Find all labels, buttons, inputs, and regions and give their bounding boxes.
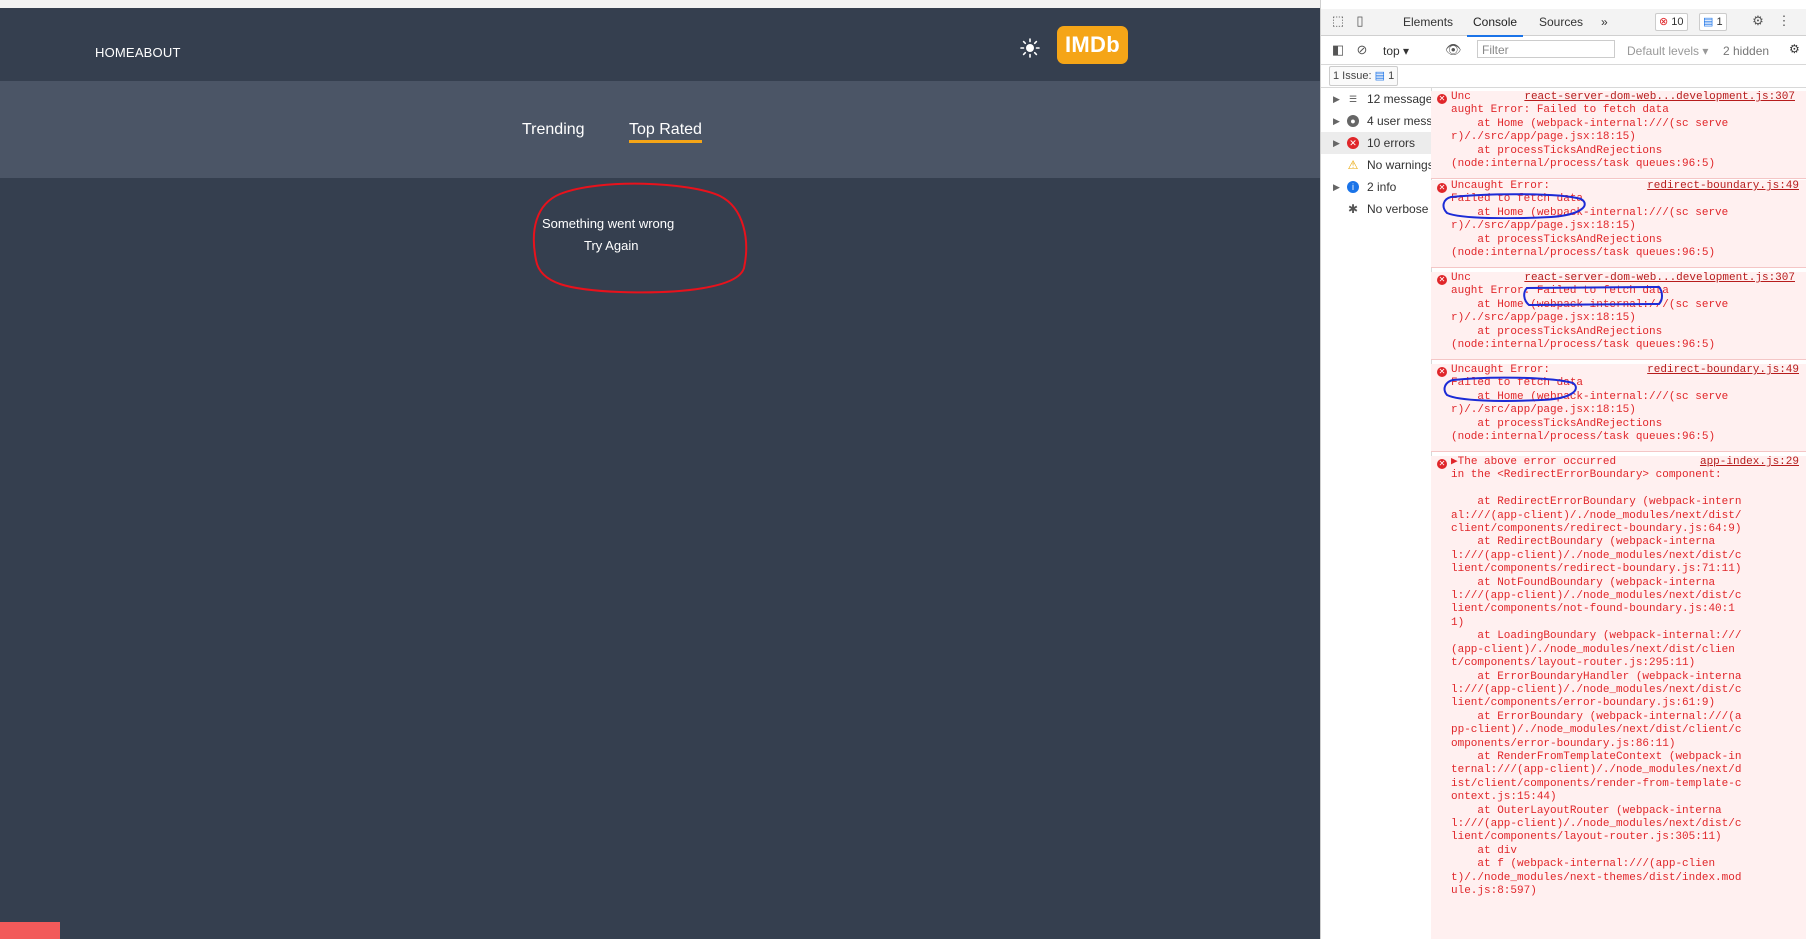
error-icon: ✕	[1437, 183, 1447, 193]
console-error-message: ✕ Unc aught Error: Failed to fetch data …	[1431, 91, 1806, 179]
gear-icon[interactable]: ⚙	[1751, 14, 1765, 28]
error-panel: Something went wrong Try Again	[530, 180, 748, 294]
filter-input[interactable]: Filter	[1477, 40, 1615, 58]
error-icon: ✕	[1437, 367, 1447, 377]
nav-about-link[interactable]: ABOUT	[135, 45, 181, 60]
issues-button[interactable]: 1 Issue: ▤ 1	[1329, 66, 1399, 86]
sun-icon[interactable]	[1018, 36, 1042, 60]
imdb-logo[interactable]: IMDb	[1057, 26, 1128, 64]
console-messages: ✕ Unc aught Error: Failed to fetch data …	[1431, 88, 1806, 939]
clear-console-icon[interactable]: ⊘	[1355, 43, 1369, 57]
inspect-element-icon[interactable]: ⬚	[1331, 14, 1345, 28]
message-source-link[interactable]: react-server-dom-web...development.js:30…	[1524, 91, 1795, 104]
kebab-menu-icon[interactable]: ⋮	[1777, 14, 1791, 28]
tab-trending[interactable]: Trending	[522, 121, 585, 139]
expand-arrow-icon[interactable]: ▶	[1333, 110, 1340, 132]
nav-home-link[interactable]: HOME	[95, 45, 135, 60]
corner-badge[interactable]	[0, 922, 60, 939]
console-error-message: ✕ ▶The above error occurred in the <Redi…	[1431, 456, 1806, 939]
message-count-badge[interactable]: ▤ 1	[1699, 13, 1727, 31]
tab-elements[interactable]: Elements	[1403, 15, 1453, 29]
sidebar-item-label: 12 messages	[1367, 92, 1439, 106]
error-message: Something went wrong	[542, 216, 675, 231]
tab-top-rated[interactable]: Top Rated	[629, 121, 702, 143]
console-sidebar: ▶ ☰ 12 messages ▶ ● 4 user mess... ▶ ✕ 1…	[1321, 88, 1442, 939]
expand-arrow-icon[interactable]: ▶	[1333, 132, 1340, 154]
app-viewport: HOMEABOUT IMDb Trending Top Rated Someth…	[0, 0, 1320, 939]
issues-count: 1	[1388, 70, 1395, 82]
browser-top-strip	[0, 0, 1320, 8]
message-count: 1	[1716, 16, 1723, 28]
eye-icon[interactable]: 👁	[1445, 43, 1462, 57]
devtools-panel: ⬚ ▯ Elements Console Sources » ⊗ 10 ▤ 1 …	[1320, 0, 1806, 939]
console-error-message: ✕ Uncaught Error: Failed to fetch data a…	[1431, 180, 1806, 268]
sidebar-item-label: 2 info	[1367, 180, 1397, 194]
red-annotation-ring	[532, 182, 748, 294]
sidebar-item-info[interactable]: ▶ i 2 info	[1321, 176, 1431, 198]
sidebar-item-label: 10 errors	[1367, 136, 1416, 150]
console-error-message: ✕ Uncaught Error: Failed to fetch data a…	[1431, 364, 1806, 452]
error-count-badge[interactable]: ⊗ 10	[1655, 13, 1688, 31]
info-icon: i	[1347, 181, 1359, 193]
console-error-message: ✕ Unc aught Error: Failed to fetch data …	[1431, 272, 1806, 360]
sidebar-item-user-messages[interactable]: ▶ ● 4 user mess...	[1321, 110, 1442, 132]
sidebar-item-errors[interactable]: ▶ ✕ 10 errors	[1321, 132, 1431, 154]
bug-icon: ✱	[1347, 202, 1359, 216]
error-icon: ✕	[1437, 459, 1447, 469]
category-tabs: Trending Top Rated	[0, 81, 1320, 178]
sidebar-item-warnings[interactable]: ⚠ No warnings	[1321, 154, 1434, 176]
devtools-toolbar: ⬚ ▯ Elements Console Sources » ⊗ 10 ▤ 1 …	[1321, 9, 1806, 37]
navbar: HOMEABOUT IMDb	[0, 8, 1320, 81]
error-icon: ✕	[1437, 94, 1447, 104]
hidden-count: 2 hidden	[1723, 44, 1770, 58]
error-icon: ⊗	[1659, 16, 1669, 28]
sidebar-item-verbose[interactable]: ✱ No verbose	[1321, 198, 1431, 220]
log-levels-value: Default levels	[1627, 44, 1700, 58]
tab-console[interactable]: Console	[1466, 15, 1524, 37]
message-source-link[interactable]: react-server-dom-web...development.js:30…	[1524, 272, 1795, 285]
sidebar-item-label: No warnings	[1367, 158, 1434, 172]
console-filter-bar: ◧ ⊘ top ▾ 👁 Filter Default levels ▾ 2 hi…	[1321, 36, 1806, 65]
message-icon: ▤	[1703, 16, 1714, 28]
more-tabs-icon[interactable]: »	[1601, 15, 1608, 29]
error-icon: ✕	[1347, 137, 1359, 149]
nav-links: HOMEABOUT	[95, 45, 181, 60]
sidebar-item-label: No verbose	[1367, 202, 1429, 216]
user-icon: ●	[1347, 115, 1359, 127]
error-count: 10	[1671, 16, 1684, 28]
message-source-link[interactable]: redirect-boundary.js:49	[1647, 180, 1799, 193]
context-select[interactable]: top ▾	[1383, 44, 1409, 58]
context-value: top	[1383, 44, 1400, 58]
try-again-button[interactable]: Try Again	[584, 238, 638, 253]
settings-icon[interactable]: ⚙	[1789, 42, 1800, 56]
sidebar-toggle-icon[interactable]: ◧	[1331, 43, 1345, 57]
message-source-link[interactable]: redirect-boundary.js:49	[1647, 364, 1799, 377]
log-levels-select[interactable]: Default levels ▾	[1627, 44, 1708, 58]
error-icon: ✕	[1437, 275, 1447, 285]
list-icon: ☰	[1348, 94, 1358, 104]
expand-arrow-icon[interactable]: ▶	[1333, 176, 1340, 198]
expand-arrow-icon[interactable]: ▶	[1333, 88, 1340, 110]
message-text: ▶The above error occurred in the <Redire…	[1451, 456, 1742, 897]
tab-sources[interactable]: Sources	[1539, 15, 1583, 29]
issues-label: 1 Issue:	[1333, 70, 1372, 82]
message-source-link[interactable]: app-index.js:29	[1700, 456, 1799, 469]
sidebar-item-messages[interactable]: ▶ ☰ 12 messages	[1321, 88, 1438, 110]
warning-icon: ⚠	[1347, 158, 1359, 172]
device-toggle-icon[interactable]: ▯	[1353, 14, 1367, 28]
issue-icon: ▤	[1374, 70, 1385, 82]
